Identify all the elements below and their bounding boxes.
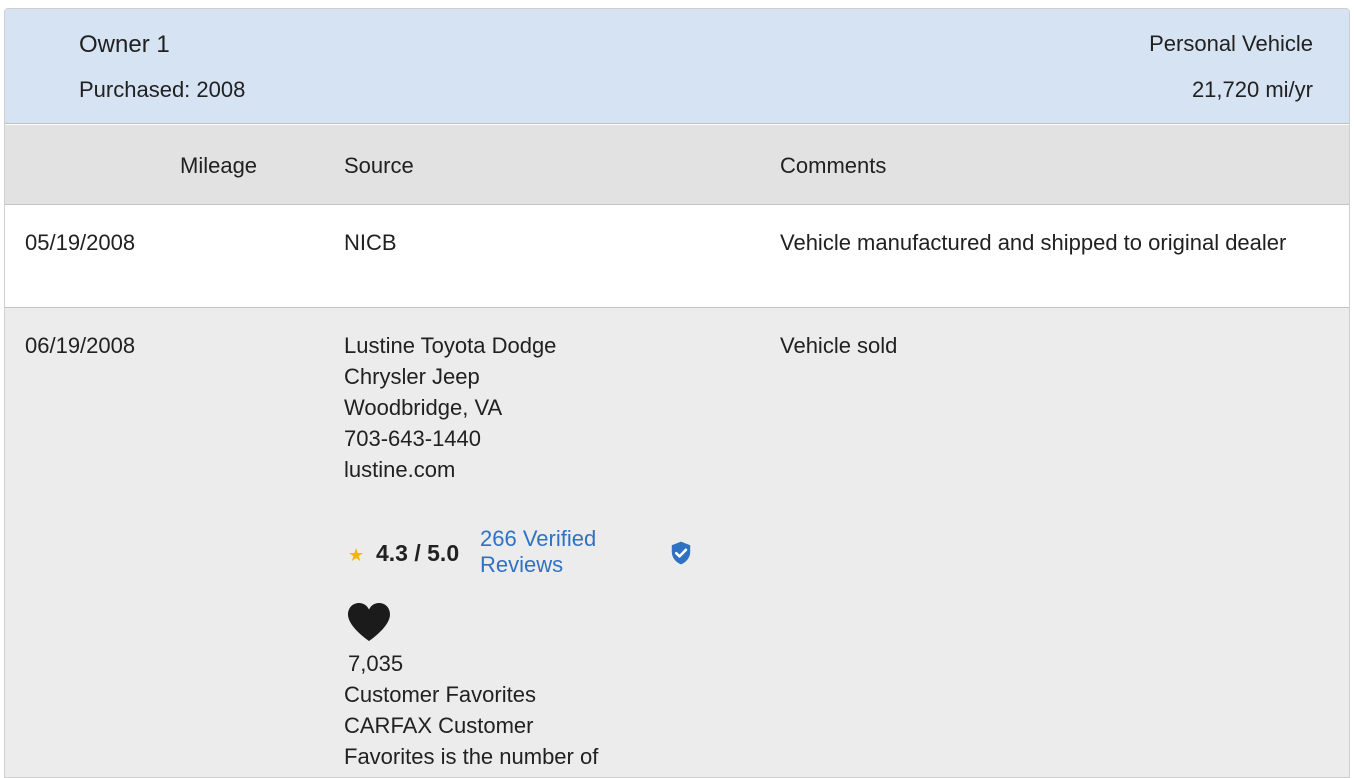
- annual-mileage: 21,720 mi/yr: [1191, 77, 1313, 102]
- favorites-description-line1: CARFAX Customer: [344, 713, 534, 738]
- dealer-name-line2: Chrysler Jeep: [344, 364, 480, 389]
- rating-score: 4.3 / 5.0: [376, 540, 460, 566]
- record-comment: Vehicle manufactured and shipped to orig…: [780, 230, 1287, 255]
- column-header-source: Source: [344, 153, 414, 178]
- table-row: 06/19/2008 Lustine Toyota Dodge Chrysler…: [5, 308, 1349, 777]
- owner-title: Owner 1: [79, 31, 170, 58]
- record-date: 05/19/2008: [25, 230, 136, 255]
- vehicle-use-type: Personal Vehicle: [1149, 31, 1313, 56]
- favorites-count: 7,035: [348, 651, 404, 676]
- verified-badge-icon: [671, 541, 691, 565]
- owner-header: Owner 1 Purchased: 2008 Personal Vehicle…: [5, 9, 1349, 124]
- column-header-comments: Comments: [780, 153, 887, 178]
- customer-favorites: 7,035 Customer Favorites CARFAX Customer…: [344, 648, 598, 772]
- record-comment: Vehicle sold: [780, 333, 898, 358]
- table-header: Mileage Source Comments: [5, 125, 1349, 205]
- favorites-label: Customer Favorites: [344, 682, 536, 707]
- record-date: 06/19/2008: [25, 333, 136, 358]
- verified-reviews-link[interactable]: 266 Verified Reviews: [480, 526, 640, 578]
- column-header-mileage: Mileage: [180, 153, 258, 178]
- record-source: NICB: [344, 230, 397, 255]
- dealer-phone: 703-643-1440: [344, 426, 482, 451]
- owner-history-card: Owner 1 Purchased: 2008 Personal Vehicle…: [4, 8, 1350, 778]
- dealer-info: Lustine Toyota Dodge Chrysler Jeep Woodb…: [344, 330, 556, 485]
- heart-icon: [348, 603, 390, 641]
- dealer-name-line1: Lustine Toyota Dodge: [344, 333, 557, 358]
- star-icon: ★: [348, 545, 365, 565]
- favorites-description-line2: Favorites is the number of: [344, 744, 599, 769]
- dealer-website: lustine.com: [344, 457, 456, 482]
- table-row: 05/19/2008 NICB Vehicle manufactured and…: [5, 205, 1349, 308]
- dealer-location: Woodbridge, VA: [344, 395, 503, 420]
- purchase-year: Purchased: 2008: [79, 77, 246, 102]
